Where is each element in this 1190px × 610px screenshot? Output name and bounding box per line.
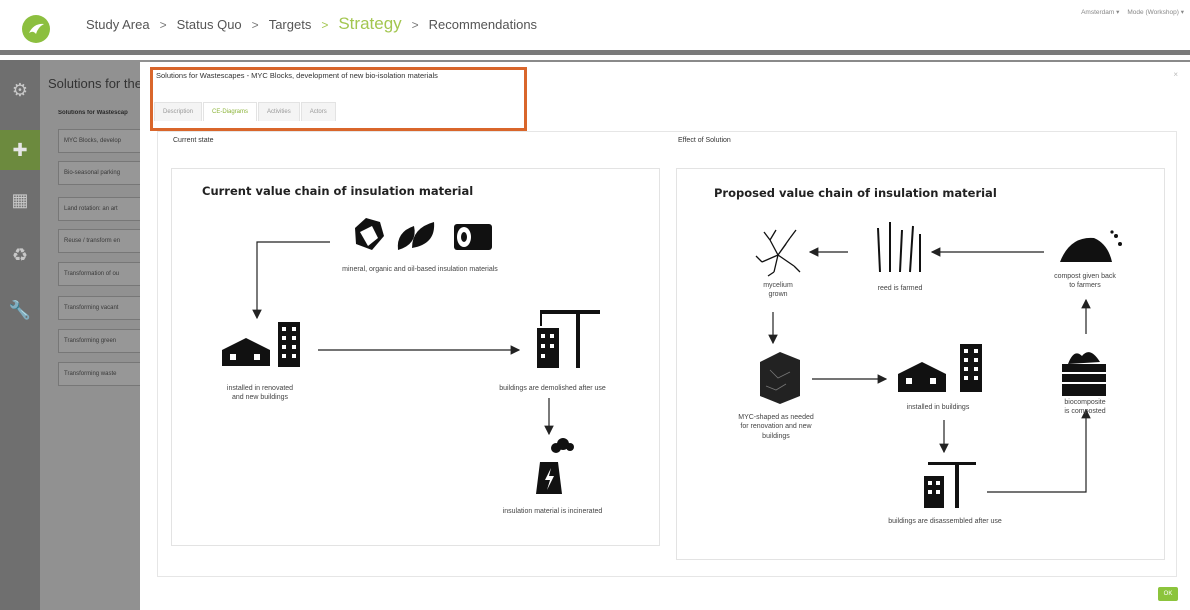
- mycelium-label: mycelium grown: [763, 282, 793, 299]
- demolished-label: buildings are demolished after use: [499, 385, 606, 392]
- crumb-recommendations[interactable]: Recommendations: [429, 17, 537, 32]
- proposed-chain-card: [676, 168, 1165, 560]
- list-item[interactable]: MYC Blocks, develop: [58, 129, 150, 153]
- list-item[interactable]: Reuse / transform en: [58, 229, 150, 253]
- current-chain-card: [171, 168, 660, 546]
- recycle-icon[interactable]: ♻: [0, 235, 40, 275]
- crumb-separator: >: [321, 18, 329, 32]
- current-chain-title: Current value chain of insulation materi…: [202, 184, 474, 198]
- crumb-targets[interactable]: Targets: [269, 17, 312, 32]
- list-item[interactable]: Transformation of ou: [58, 262, 150, 286]
- background-subtitle: Solutions for Wastescap: [58, 110, 128, 116]
- left-sidebar: ⚙ ✚ ▦ ♻ 🔧: [0, 60, 40, 610]
- reed-label: reed is farmed: [877, 285, 923, 292]
- installed-label: installed in renovated and new buildings: [226, 385, 294, 402]
- biocomposite-label: biocomposite is composted: [1064, 399, 1106, 416]
- breadcrumb: Study Area > Status Quo > Targets > Stra…: [86, 14, 537, 34]
- installed-buildings-label: installed in buildings: [906, 404, 970, 411]
- top-bar: Study Area > Status Quo > Targets > Stra…: [0, 0, 1190, 55]
- gears-icon[interactable]: ⚙: [0, 70, 40, 110]
- mode-dropdown[interactable]: Mode (Workshop) ▾: [1127, 8, 1184, 16]
- crumb-status-quo[interactable]: Status Quo: [177, 17, 242, 32]
- crumb-separator: >: [251, 18, 259, 32]
- city-dropdown[interactable]: Amsterdam ▾: [1081, 8, 1119, 16]
- disassembled-label: buildings are disassembled after use: [888, 518, 1002, 525]
- ok-button[interactable]: OK: [1158, 587, 1178, 601]
- highlight-box: [150, 67, 527, 131]
- shaped-label: MYC-shaped as needed for renovation and …: [738, 414, 814, 440]
- current-state-label: Current state: [173, 137, 214, 144]
- proposed-chain-title: Proposed value chain of insulation mater…: [714, 186, 997, 200]
- list-item[interactable]: Transforming vacant: [58, 296, 150, 320]
- list-item[interactable]: Land rotation: an art: [58, 197, 150, 221]
- crumb-separator: >: [411, 18, 419, 32]
- app-logo[interactable]: [22, 15, 50, 43]
- puzzle-icon[interactable]: ✚: [0, 130, 40, 170]
- materials-label: mineral, organic and oil-based insulatio…: [342, 266, 498, 273]
- background-title: Solutions for the: [48, 76, 142, 91]
- crumb-strategy[interactable]: Strategy: [338, 14, 401, 34]
- compost-label: compost given back to farmers: [1054, 273, 1116, 290]
- wrench-icon[interactable]: 🔧: [0, 290, 40, 330]
- list-item[interactable]: Transforming green: [58, 329, 150, 353]
- checker-icon[interactable]: ▦: [0, 180, 40, 220]
- list-item[interactable]: Transforming waste: [58, 362, 150, 386]
- crumb-study-area[interactable]: Study Area: [86, 17, 150, 32]
- user-menu: Amsterdam ▾ Mode (Workshop) ▾: [1081, 8, 1184, 16]
- effect-label: Effect of Solution: [678, 137, 731, 144]
- list-item[interactable]: Bio-seasonal parking: [58, 161, 150, 185]
- incinerated-label: insulation material is incinerated: [502, 508, 603, 515]
- close-icon[interactable]: ×: [1173, 70, 1178, 79]
- crumb-separator: >: [159, 18, 167, 32]
